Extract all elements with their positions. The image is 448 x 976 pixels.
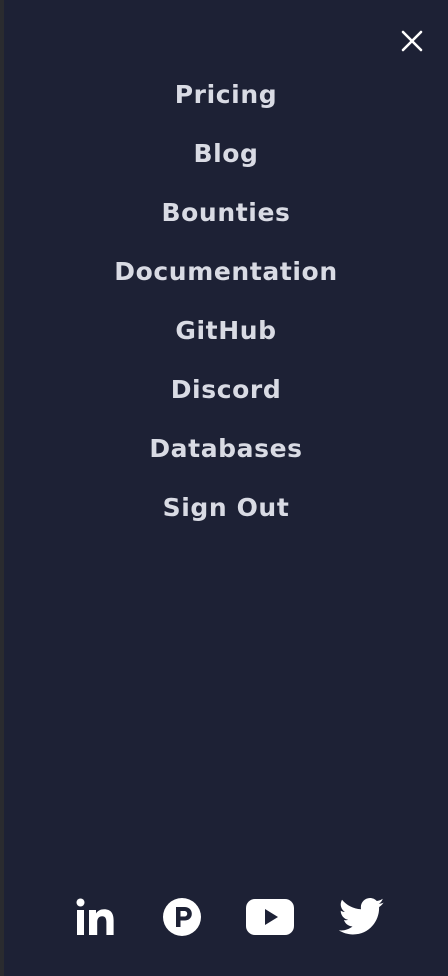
- nav-item-blog: Blog: [0, 125, 448, 184]
- nav-item-documentation: Documentation: [0, 243, 448, 302]
- twitter-icon: [338, 898, 385, 935]
- social-links: [4, 890, 448, 944]
- nav-item-github: GitHub: [0, 302, 448, 361]
- nav-link-sign-out[interactable]: Sign Out: [163, 488, 290, 528]
- nav-item-databases: Databases: [0, 419, 448, 478]
- nav-item-bounties: Bounties: [0, 184, 448, 243]
- producthunt-icon: [163, 898, 201, 936]
- nav-menu: Pricing Blog Bounties Documentation GitH…: [4, 66, 448, 537]
- twitter-link[interactable]: [338, 898, 386, 936]
- nav-link-bounties[interactable]: Bounties: [162, 193, 291, 233]
- nav-item-pricing: Pricing: [0, 66, 448, 125]
- youtube-link[interactable]: [245, 897, 295, 937]
- nav-item-discord: Discord: [0, 360, 448, 419]
- nav-item-sign-out: Sign Out: [0, 478, 448, 537]
- close-icon: [401, 30, 423, 52]
- nav-link-databases[interactable]: Databases: [149, 429, 302, 469]
- youtube-icon: [246, 899, 294, 935]
- mobile-nav-panel: Pricing Blog Bounties Documentation GitH…: [4, 0, 448, 976]
- nav-link-blog[interactable]: Blog: [193, 134, 258, 174]
- nav-link-pricing[interactable]: Pricing: [175, 75, 278, 115]
- nav-link-discord[interactable]: Discord: [171, 370, 282, 410]
- producthunt-link[interactable]: [161, 896, 203, 938]
- nav-link-documentation[interactable]: Documentation: [114, 252, 337, 292]
- linkedin-link[interactable]: [76, 898, 118, 936]
- nav-link-github[interactable]: GitHub: [175, 311, 276, 351]
- close-menu-button[interactable]: [397, 26, 427, 56]
- linkedin-icon: [76, 898, 114, 935]
